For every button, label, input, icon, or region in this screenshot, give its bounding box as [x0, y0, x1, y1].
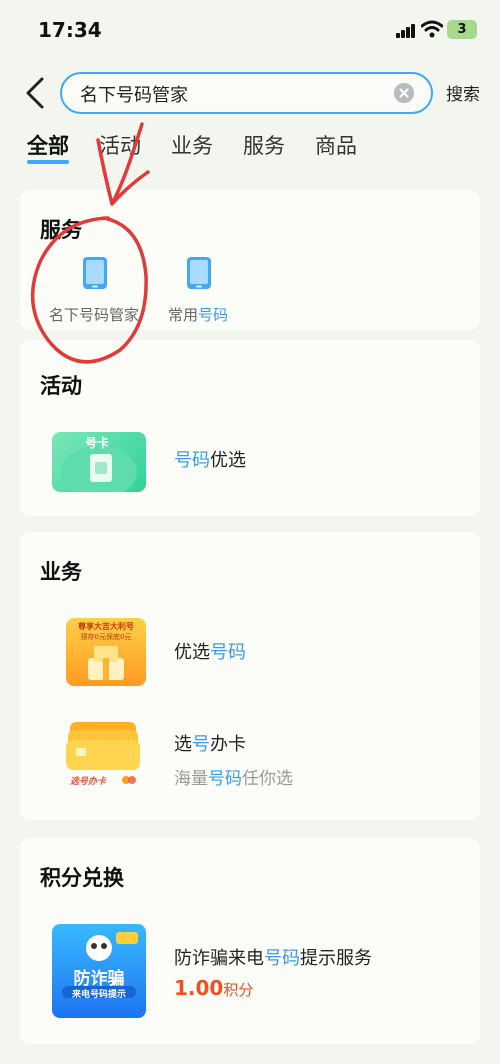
activity-section-title: 活动 [40, 374, 82, 398]
label-part: 常用 [167, 306, 198, 324]
search-bar-row: 搜索 [0, 68, 500, 118]
search-box[interactable] [60, 72, 433, 114]
business-section-title: 业务 [40, 560, 82, 584]
title-part: 办卡 [210, 734, 246, 755]
business-card: 业务 尊享大吉大利号 预存0元保底0元 优选号码 选号办卡 选号办卡 海量号码任… [20, 532, 480, 820]
title-part: 优选 [210, 450, 246, 471]
title-part: 选 [174, 734, 192, 755]
choose-number-thumb-label: 选号办卡 [70, 777, 107, 787]
points-card: 积分兑换 防诈骗 来电号码提示 防诈骗来电号码提示服务 1.00积分 [20, 838, 480, 1044]
points-item-price: 1.00积分 [174, 976, 253, 1000]
business-item-title[interactable]: 选号办卡 [174, 730, 246, 756]
choose-number-thumbnail[interactable]: 选号办卡 [66, 720, 140, 790]
premium-thumb-sub: 预存0元保底0元 [80, 633, 132, 641]
wifi-icon [421, 20, 443, 38]
search-input[interactable] [80, 81, 390, 107]
sim-card-thumb-label: 号卡 [85, 436, 110, 450]
title-highlight: 号 [192, 734, 210, 755]
anti-fraud-thumb-sub: 来电号码提示 [71, 990, 126, 1000]
clear-icon[interactable] [394, 83, 414, 103]
activity-item-title[interactable]: 号码优选 [174, 446, 246, 472]
title-part: 防诈骗来电 [174, 948, 264, 969]
premium-number-thumbnail[interactable]: 尊享大吉大利号 预存0元保底0元 [66, 618, 146, 686]
title-highlight: 号码 [210, 642, 246, 663]
premium-thumb-title: 尊享大吉大利号 [78, 622, 134, 631]
tab-active-indicator [27, 160, 69, 164]
business-item-title[interactable]: 优选号码 [174, 638, 246, 664]
business-item-subtitle: 海量号码任你选 [174, 764, 293, 789]
service-item-label: 名下号码管家 [48, 306, 139, 324]
sim-card-thumbnail[interactable]: 号卡 [52, 432, 146, 492]
anti-fraud-thumb-title: 防诈骗 [73, 969, 125, 989]
category-tabs: 全部 活动 业务 服务 商品 [0, 128, 500, 168]
tab-service[interactable]: 服务 [243, 130, 285, 160]
subtitle-highlight: 号码 [208, 769, 242, 789]
points-item-title[interactable]: 防诈骗来电号码提示服务 [174, 944, 372, 970]
tab-all[interactable]: 全部 [27, 130, 69, 160]
anti-fraud-thumbnail[interactable]: 防诈骗 来电号码提示 [52, 924, 146, 1018]
points-section-title: 积分兑换 [40, 866, 124, 890]
tab-activity[interactable]: 活动 [99, 130, 141, 160]
service-item-number-manager[interactable]: 名下号码管家 [34, 256, 154, 336]
status-bar: 17:34 3 [0, 0, 500, 60]
service-section-title: 服务 [40, 218, 82, 242]
title-part: 优选 [174, 642, 210, 663]
title-highlight: 号码 [174, 450, 210, 471]
back-icon[interactable] [22, 76, 48, 110]
title-part: 提示服务 [300, 948, 372, 969]
service-item-common-numbers[interactable]: 常用号码 [138, 256, 258, 336]
signal-icon [396, 24, 416, 38]
phone-icon [187, 257, 211, 289]
price-value: 1.00 [174, 976, 224, 1000]
tab-goods[interactable]: 商品 [315, 130, 357, 160]
price-unit: 积分 [223, 981, 254, 999]
service-item-label: 常用号码 [138, 304, 258, 325]
subtitle-part: 任你选 [242, 769, 293, 789]
status-time: 17:34 [38, 18, 102, 42]
service-card: 服务 名下号码管家 常用号码 [20, 190, 480, 330]
title-highlight: 号码 [264, 948, 300, 969]
phone-icon [83, 257, 107, 289]
battery-indicator: 3 [447, 20, 477, 39]
activity-card: 活动 号卡 号码优选 [20, 340, 480, 516]
label-highlight: 号码 [198, 306, 229, 324]
tab-business[interactable]: 业务 [171, 130, 213, 160]
gift-box-art [88, 646, 124, 680]
subtitle-part: 海量 [174, 769, 208, 789]
search-button[interactable]: 搜索 [446, 80, 480, 105]
